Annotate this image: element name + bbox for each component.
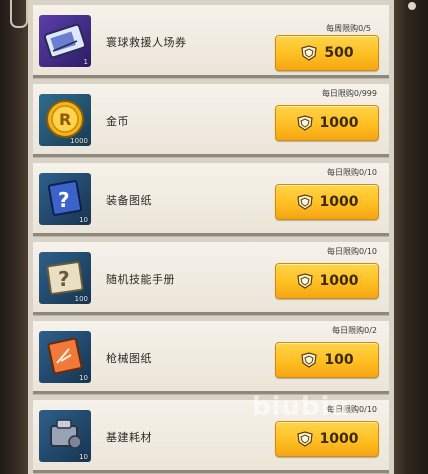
- item-price: 1000: [319, 115, 359, 131]
- badge-currency-icon: [301, 45, 318, 61]
- purchase-limit: 每周限购0/5: [326, 24, 371, 33]
- purchase-limit: 每日限购0/10: [327, 247, 377, 256]
- item-quantity: 100: [74, 295, 88, 303]
- item-price: 1000: [319, 194, 359, 210]
- item-name: 金币: [106, 115, 129, 128]
- purchase-limit: 每日限购0/2: [332, 326, 377, 335]
- buy-button[interactable]: 500: [275, 35, 379, 71]
- firearm-blueprint-icon: 10: [39, 331, 91, 383]
- buy-button[interactable]: 1000: [275, 105, 379, 141]
- item-price: 1000: [319, 273, 359, 289]
- shop-item-row: 10 枪械图纸 每日限购0/2 100: [33, 321, 389, 394]
- svg-text:?: ?: [58, 267, 70, 291]
- buy-button[interactable]: 1000: [275, 184, 379, 220]
- corner-dot-icon: [408, 2, 416, 10]
- right-backdrop: [394, 0, 428, 474]
- construction-material-icon: 10: [39, 410, 91, 462]
- item-quantity: 1: [83, 58, 88, 66]
- svg-text:R: R: [59, 110, 71, 129]
- shop-item-row: 1 寰球救援人场券 每周限购0/5 500: [33, 5, 389, 78]
- item-quantity: 10: [79, 374, 88, 382]
- badge-currency-icon: [301, 352, 318, 368]
- item-name: 装备图纸: [106, 194, 152, 207]
- svg-text:?: ?: [58, 188, 70, 212]
- item-quantity: 10: [79, 216, 88, 224]
- item-name: 寰球救援人场券: [106, 36, 187, 49]
- shop-item-row: ? 100 随机技能手册 每日限购0/10 1000: [33, 242, 389, 315]
- item-price: 500: [324, 45, 354, 61]
- buy-button[interactable]: 1000: [275, 421, 379, 457]
- item-price: 1000: [319, 431, 359, 447]
- shop-item-row: R 1000 金币 每日限购0/999 1000: [33, 84, 389, 157]
- badge-currency-icon: [296, 194, 313, 210]
- left-backdrop: [0, 0, 28, 474]
- equipment-blueprint-icon: ? 10: [39, 173, 91, 225]
- item-quantity: 10: [79, 453, 88, 461]
- badge-currency-icon: [296, 273, 313, 289]
- item-name: 枪械图纸: [106, 352, 152, 365]
- item-quantity: 1000: [70, 137, 88, 145]
- purchase-limit: 每日限购0/999: [321, 89, 377, 98]
- gold-coin-icon: R 1000: [39, 94, 91, 146]
- item-name: 随机技能手册: [106, 273, 175, 286]
- item-name: 基建耗材: [106, 431, 152, 444]
- buy-button[interactable]: 100: [275, 342, 379, 378]
- shop-item-row: ? 10 装备图纸 每日限购0/10 1000: [33, 163, 389, 236]
- badge-currency-icon: [296, 115, 313, 131]
- clip-decoration: [10, 0, 28, 28]
- skill-manual-icon: ? 100: [39, 252, 91, 304]
- badge-currency-icon: [296, 431, 313, 447]
- buy-button[interactable]: 1000: [275, 263, 379, 299]
- watermark: biubiu: [252, 392, 351, 422]
- ticket-icon: 1: [39, 15, 91, 67]
- item-price: 100: [324, 352, 354, 368]
- purchase-limit: 每日限购0/10: [327, 168, 377, 177]
